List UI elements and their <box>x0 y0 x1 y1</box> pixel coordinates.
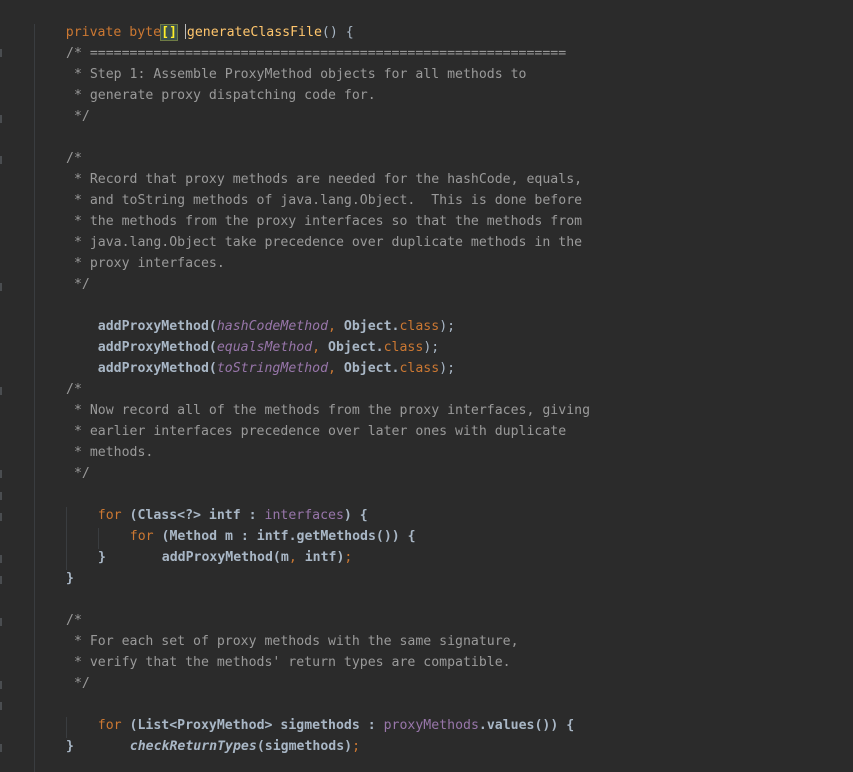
gutter-mark <box>0 283 2 291</box>
comment-line: * verify that the methods' return types … <box>66 655 511 670</box>
gutter-mark <box>0 618 2 626</box>
gutter-mark <box>0 513 2 521</box>
comment-line: */ <box>66 676 90 691</box>
gutter-mark <box>0 470 2 478</box>
comment-line: * Step 1: Assemble ProxyMethod objects f… <box>66 67 527 82</box>
semicolon: ; <box>352 739 361 754</box>
comment-line: * java.lang.Object take precedence over … <box>66 235 583 250</box>
code-line-for-interfaces[interactable]: for (Class<?> intf : interfaces) { <box>66 484 368 523</box>
code-line-add-inner[interactable]: addProxyMethod(m, intf); <box>130 526 353 565</box>
code-line-add-equals[interactable]: addProxyMethod(equalsMethod, Object.clas… <box>66 316 439 355</box>
comment-line: * For each set of proxy methods with the… <box>66 634 519 649</box>
gutter-mark <box>0 492 2 500</box>
comment-line: /* <box>66 613 82 628</box>
field-ref: toStringMethod <box>216 361 329 376</box>
gutter-mark <box>0 744 2 752</box>
closing-brace: } <box>98 550 106 565</box>
comment-line: */ <box>66 109 90 124</box>
loop-open: .values()) { <box>478 718 575 733</box>
semicolon: ; <box>344 550 353 565</box>
comment-line: */ <box>66 466 90 481</box>
comment-line: /* <box>66 382 82 397</box>
method-declaration-line[interactable]: private byte[] generateClassFile() { <box>34 1 354 41</box>
call-end: ); <box>439 319 456 334</box>
gutter-mark <box>0 156 2 164</box>
call-end: ); <box>439 361 456 376</box>
comment-line: * Record that proxy methods are needed f… <box>66 172 583 187</box>
comment-line: */ <box>66 277 90 292</box>
method-name: generateClassFile <box>186 25 322 40</box>
method-params: () { <box>321 25 354 40</box>
keyword-class: class <box>399 361 440 376</box>
gutter-mark <box>0 576 2 584</box>
object-ref: Object. <box>343 361 400 376</box>
comment-line: /* =====================================… <box>66 46 567 61</box>
call-head: addProxyMethod(m <box>161 550 289 565</box>
code-line-add-hashcode[interactable]: addProxyMethod(hashCodeMethod, Object.cl… <box>66 295 455 334</box>
closing-brace: } <box>66 739 74 754</box>
gutter-mark <box>0 49 2 57</box>
code-line-for-methods[interactable]: for (Method m : intf.getMethods()) { <box>98 505 416 544</box>
gutter-mark <box>0 702 2 710</box>
keyword-private: private <box>65 25 122 40</box>
call-name: addProxyMethod( <box>97 361 217 376</box>
code-editor[interactable]: private byte[] generateClassFile() { /* … <box>0 0 853 772</box>
code-line-add-tostring[interactable]: addProxyMethod(toStringMethod, Object.cl… <box>66 337 455 376</box>
closing-brace: } <box>66 571 74 586</box>
text-caret <box>184 24 186 39</box>
call-name: checkReturnTypes <box>129 739 257 754</box>
code-line-check-return-types[interactable]: checkReturnTypes(sigmethods); <box>98 715 360 754</box>
comma: , <box>328 361 344 376</box>
comment-line: * Now record all of the methods from the… <box>66 403 591 418</box>
gutter-mark <box>0 681 2 689</box>
gutter-mark <box>0 387 2 395</box>
comment-line: * the methods from the proxy interfaces … <box>66 214 583 229</box>
keyword-byte: byte <box>129 25 162 40</box>
gutter-mark <box>0 115 2 123</box>
comma: , <box>288 550 297 565</box>
comment-line: * generate proxy dispatching code for. <box>66 88 376 103</box>
call-args: (sigmethods) <box>256 739 353 754</box>
indent-guide <box>34 24 35 772</box>
code-line-for-sigmethods[interactable]: for (List<ProxyMethod> sigmethods : prox… <box>66 694 574 733</box>
call-args: intf) <box>296 550 345 565</box>
comment-line: * methods. <box>66 445 154 460</box>
comment-line: * and toString methods of java.lang.Obje… <box>66 193 583 208</box>
gutter-mark <box>0 555 2 563</box>
field-ref: proxyMethods <box>383 718 479 733</box>
comment-line: /* <box>66 151 82 166</box>
comment-line: * earlier interfaces precedence over lat… <box>66 424 567 439</box>
bracket-highlight: [] <box>160 24 178 41</box>
comment-line: * proxy interfaces. <box>66 256 225 271</box>
